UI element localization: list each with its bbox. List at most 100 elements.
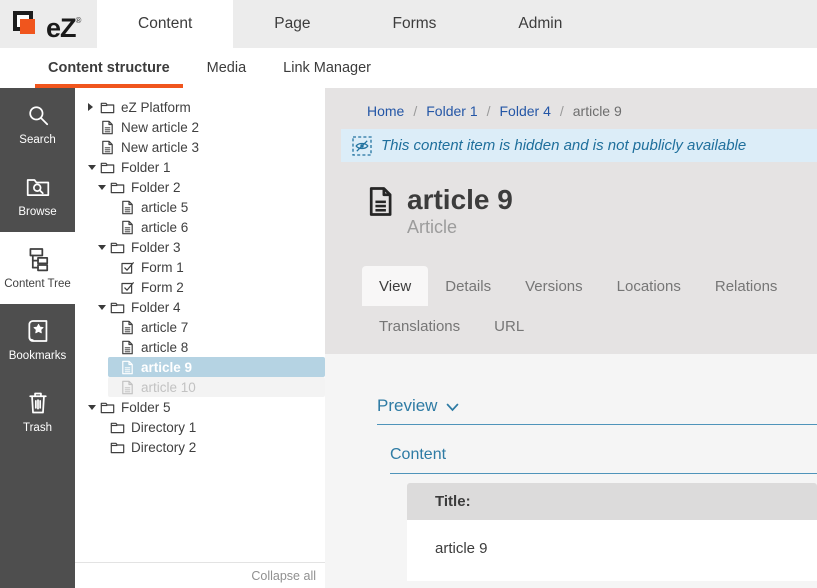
tree-item-label: New article 2 [121,120,199,135]
expander-collapsed-icon[interactable] [88,103,100,111]
top-tab-content[interactable]: Content [97,0,233,48]
ez-logo-text: eZ® [46,6,81,43]
tab-translations[interactable]: Translations [362,306,477,346]
form-icon [120,280,135,295]
expander-expanded-icon[interactable] [98,305,110,310]
tree-item-form-2[interactable]: Form 2 [108,277,325,297]
folder-icon [110,300,125,315]
content-tree-icon [25,246,51,272]
collapse-all-button[interactable]: Collapse all [251,569,316,583]
trademark-symbol: ® [76,16,82,25]
article-type-icon [367,186,394,238]
sidebar-item-label: Browse [18,206,56,218]
tree-item-new-article-3[interactable]: New article 3 [88,137,325,157]
sidebar-item-browse[interactable]: Browse [0,160,75,232]
tab-locations[interactable]: Locations [600,266,698,306]
sub-nav-bar: Content structure MediaLink Manager [0,48,817,88]
ez-logo-icon [13,8,46,40]
tab-view[interactable]: View [362,266,428,306]
sidebar-item-content-tree[interactable]: Content Tree [0,232,75,304]
breadcrumb-folder-4[interactable]: Folder 4 [500,103,551,119]
subnav-tab-content-structure[interactable]: Content structure [35,48,183,88]
tree-item-article-8[interactable]: article 8 [108,337,325,357]
tree-item-label: article 10 [141,380,196,395]
subnav-tab-media[interactable]: Media [194,48,260,88]
tree-footer: Collapse all [75,562,325,588]
search-icon [25,102,51,128]
expander-expanded-icon[interactable] [88,165,100,170]
top-tabs: ContentPageFormsAdmin [97,0,603,48]
tree-item-directory-1[interactable]: Directory 1 [98,417,325,437]
folder-icon [100,100,115,115]
tree-item-folder-3[interactable]: Folder 3 [98,237,325,257]
expander-expanded-icon[interactable] [88,405,100,410]
tree-item-label: Folder 2 [131,180,181,195]
content-header: Home/Folder 1/Folder 4/article 9 This co… [325,88,817,354]
browse-icon [25,174,51,200]
tree-item-article-9[interactable]: article 9 [108,357,325,377]
article-icon [120,360,135,375]
sidebar-item-trash[interactable]: Trash [0,376,75,448]
top-tab-page[interactable]: Page [233,0,351,48]
expander-expanded-icon[interactable] [98,245,110,250]
article-icon [120,320,135,335]
article-icon [120,220,135,235]
tree-item-form-1[interactable]: Form 1 [108,257,325,277]
folder-icon [100,400,115,415]
tree-item-label: article 8 [141,340,188,355]
tree-item-label: Directory 2 [131,440,196,455]
tree-item-folder-1[interactable]: Folder 1 [88,157,325,177]
tree-item-new-article-2[interactable]: New article 2 [88,117,325,137]
alert-text: This content item is hidden and is not p… [381,137,746,154]
page-title: article 9 [407,184,513,216]
tree-item-ez-platform[interactable]: eZ Platform [88,97,325,117]
ez-logo[interactable]: eZ® [0,0,97,48]
tree-item-label: Directory 1 [131,420,196,435]
tab-url[interactable]: URL [477,306,541,346]
workspace: Search Browse Content TreeBookmarksTrash e… [0,88,817,588]
tree-item-article-5[interactable]: article 5 [108,197,325,217]
tree-item-article-10[interactable]: article 10 [108,377,325,397]
field-value-title: article 9 [407,520,817,581]
preview-section-toggle[interactable]: Preview [377,396,817,425]
folder-icon [110,180,125,195]
tab-details[interactable]: Details [428,266,508,306]
view-tab-content: Preview Content Title: article 9 [325,354,817,581]
page-title-block: article 9 Article [367,184,817,238]
ez-platform-admin-window: eZ® ContentPageFormsAdmin Content struct… [0,0,817,588]
top-tab-forms[interactable]: Forms [352,0,478,48]
content-section-label: Content [390,446,446,464]
top-tab-admin[interactable]: Admin [477,0,603,48]
field-label-title: Title: [407,483,817,520]
sidebar-item-bookmarks[interactable]: Bookmarks [0,304,75,376]
article-icon [120,200,135,215]
content-type-label: Article [407,216,513,238]
tree-item-label: article 5 [141,200,188,215]
top-nav-bar: eZ® ContentPageFormsAdmin [0,0,817,48]
tree-item-folder-4[interactable]: Folder 4 [98,297,325,317]
breadcrumb-separator: / [487,103,491,119]
preview-section-label: Preview [377,396,437,416]
tree-item-folder-5[interactable]: Folder 5 [88,397,325,417]
tree-item-article-7[interactable]: article 7 [108,317,325,337]
article-icon [120,380,135,395]
tree-item-folder-2[interactable]: Folder 2 [98,177,325,197]
subnav-tab-link-manager[interactable]: Link Manager [270,48,384,88]
sidebar-item-search[interactable]: Search [0,88,75,160]
folder-icon [110,240,125,255]
expander-expanded-icon[interactable] [98,185,110,190]
tree-item-article-6[interactable]: article 6 [108,217,325,237]
tab-relations[interactable]: Relations [698,266,795,306]
chevron-down-icon [446,403,459,412]
tree-item-directory-2[interactable]: Directory 2 [98,437,325,457]
sidebar-item-label: Search [19,134,55,146]
content-tree-list: eZ PlatformNew article 2New article 3Fol… [75,97,325,457]
breadcrumb-home[interactable]: Home [367,103,404,119]
article-icon [100,140,115,155]
folder-icon [100,160,115,175]
bookmarks-icon [25,318,51,344]
folder-icon [110,420,125,435]
tab-versions[interactable]: Versions [508,266,600,306]
breadcrumb-folder-1[interactable]: Folder 1 [426,103,477,119]
tree-item-label: article 9 [141,360,192,375]
